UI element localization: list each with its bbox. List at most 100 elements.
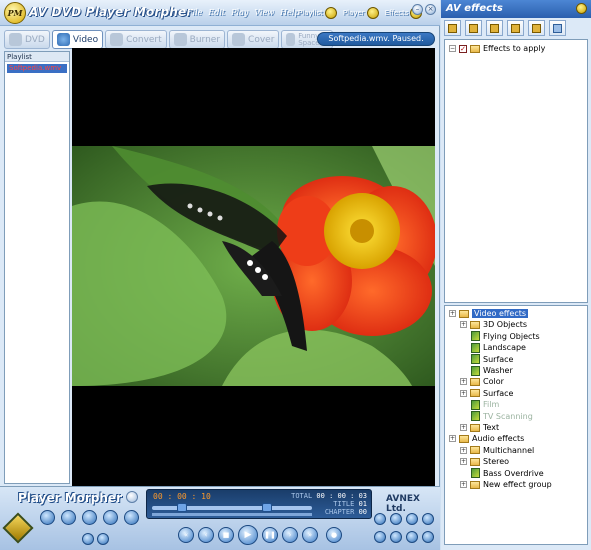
add-effect-icon[interactable] — [486, 20, 503, 36]
eject-icon[interactable] — [82, 533, 94, 545]
expand-icon[interactable]: + — [460, 424, 467, 431]
menu-view[interactable]: View — [254, 8, 274, 17]
folder-icon — [470, 423, 480, 432]
move-effect-icon[interactable] — [507, 20, 524, 36]
effect-tree-label: 3D Objects — [483, 320, 528, 330]
speaker-icon[interactable] — [97, 533, 109, 545]
tab-cover[interactable]: Cover — [227, 30, 280, 49]
capture-icon[interactable] — [82, 510, 97, 525]
close-icon[interactable]: × — [425, 4, 436, 15]
effect-tree-node[interactable]: + Video effects — [449, 308, 529, 319]
menu-edit[interactable]: Edit — [208, 8, 225, 17]
effects-title-bar[interactable]: AV effects — [441, 0, 591, 18]
settings-icon[interactable] — [103, 510, 118, 525]
view-layout-icon[interactable] — [549, 20, 566, 36]
folder-icon — [470, 480, 480, 489]
tab-burner[interactable]: Burner — [168, 30, 226, 49]
tab-convert[interactable]: Convert — [105, 30, 167, 49]
equalizer-icon[interactable] — [406, 531, 418, 543]
menu-play[interactable]: Play — [231, 8, 248, 17]
effect-tree-node[interactable]: Surface — [471, 354, 513, 365]
previous-icon[interactable]: « — [178, 527, 194, 543]
open-file-icon[interactable] — [40, 510, 55, 525]
applied-root-node[interactable]: − ✓ Effects to apply — [449, 43, 545, 54]
repeat-icon[interactable] — [390, 531, 402, 543]
audio-left-icon[interactable] — [374, 513, 386, 525]
volume-track[interactable] — [152, 513, 312, 516]
minimize-icon[interactable]: – — [412, 4, 423, 15]
rewind-icon[interactable]: ‹ — [198, 527, 214, 543]
effect-tree-node[interactable]: TV Scanning — [471, 411, 533, 422]
effects-close-icon[interactable] — [576, 3, 587, 14]
playlist-toggle-button[interactable] — [324, 7, 337, 19]
play-icon[interactable]: ▶ — [238, 525, 258, 545]
title-number: 01 — [358, 500, 367, 508]
open-folder-icon[interactable] — [61, 510, 76, 525]
cover-icon — [232, 33, 246, 46]
effect-tree-node[interactable]: Bass Overdrive — [471, 468, 544, 479]
playlist-item[interactable]: Softpedia.wmv — [7, 64, 67, 73]
remove-effect-icon[interactable] — [528, 20, 545, 36]
tab-dvd[interactable]: DVD — [4, 30, 50, 49]
disc-icon — [9, 33, 22, 46]
seek-knob[interactable] — [177, 503, 187, 512]
effects-toggle-label: Effects — [384, 9, 409, 17]
stop-icon[interactable]: ■ — [218, 527, 234, 543]
expand-icon[interactable]: + — [460, 446, 467, 454]
playlist-panel: Playlist Softpedia.wmv — [4, 51, 70, 484]
expand-icon[interactable]: + — [460, 389, 467, 397]
player-toggle-button[interactable] — [366, 7, 379, 19]
edit-effect-icon[interactable] — [465, 20, 482, 36]
expand-icon[interactable]: + — [460, 321, 467, 329]
checkbox-icon[interactable]: ✓ — [459, 44, 467, 53]
effect-tree-node[interactable]: + Text — [460, 422, 499, 433]
next-icon[interactable]: » — [302, 527, 318, 543]
effect-icon — [471, 331, 480, 342]
skin-menu-button[interactable] — [126, 491, 138, 503]
effects-title: AV effects — [446, 3, 503, 14]
forward-icon[interactable]: › — [282, 527, 298, 543]
loop-icon[interactable] — [390, 513, 402, 525]
collapse-icon[interactable]: − — [449, 45, 456, 52]
burn-icon — [173, 33, 187, 46]
player-window: PM AV DVD Player Morpher File Edit Play … — [0, 0, 440, 550]
menu-file[interactable]: File — [187, 8, 202, 17]
expand-icon[interactable]: + — [460, 481, 467, 488]
video-frame — [72, 146, 435, 386]
power-icon[interactable] — [422, 531, 434, 543]
shuffle-icon[interactable] — [374, 531, 386, 543]
folder-icon — [459, 434, 469, 443]
effect-tree-node[interactable]: + Multichannel — [460, 445, 534, 456]
effect-tree-node[interactable]: Film — [471, 399, 499, 410]
total-label: TOTAL — [291, 492, 313, 500]
video-area[interactable] — [72, 48, 435, 486]
effect-tree-node[interactable]: + Color — [460, 376, 504, 387]
menu-bar: File Edit Play View Help — [187, 8, 300, 17]
mute-icon[interactable] — [422, 513, 434, 525]
menu-help[interactable]: Help — [280, 8, 299, 17]
title-bar[interactable]: PM AV DVD Player Morpher File Edit Play … — [0, 0, 440, 26]
effect-tree-node[interactable]: + Audio effects — [449, 433, 524, 444]
expand-icon[interactable]: + — [460, 378, 467, 386]
expand-icon[interactable]: + — [449, 310, 456, 317]
effect-tree-node[interactable]: + New effect group — [460, 479, 552, 490]
seek-bar[interactable] — [152, 503, 312, 512]
pause-icon[interactable]: ❚❚ — [262, 527, 278, 543]
fullscreen-icon[interactable] — [406, 513, 418, 525]
effect-tree-node[interactable]: + Stereo — [460, 456, 509, 467]
effect-tree-node[interactable]: +3D Objects — [460, 319, 527, 330]
new-effect-icon[interactable] — [444, 20, 461, 36]
effects-toolbar — [441, 18, 591, 38]
screen-icon[interactable] — [124, 510, 139, 525]
expand-icon[interactable]: + — [449, 435, 456, 443]
tab-video[interactable]: Video — [51, 30, 104, 49]
player-toggle-label: Player — [342, 9, 365, 17]
expand-icon[interactable]: + — [460, 458, 467, 466]
funny-space-icon — [286, 33, 296, 46]
effect-tree-node[interactable]: Landscape — [471, 342, 526, 353]
effect-tree-node[interactable]: Washer — [471, 365, 513, 376]
seek-end-marker[interactable] — [262, 503, 272, 512]
record-icon[interactable]: ● — [326, 527, 342, 543]
effect-tree-node[interactable]: Flying Objects — [471, 331, 540, 342]
effect-tree-node[interactable]: + Surface — [460, 388, 513, 399]
